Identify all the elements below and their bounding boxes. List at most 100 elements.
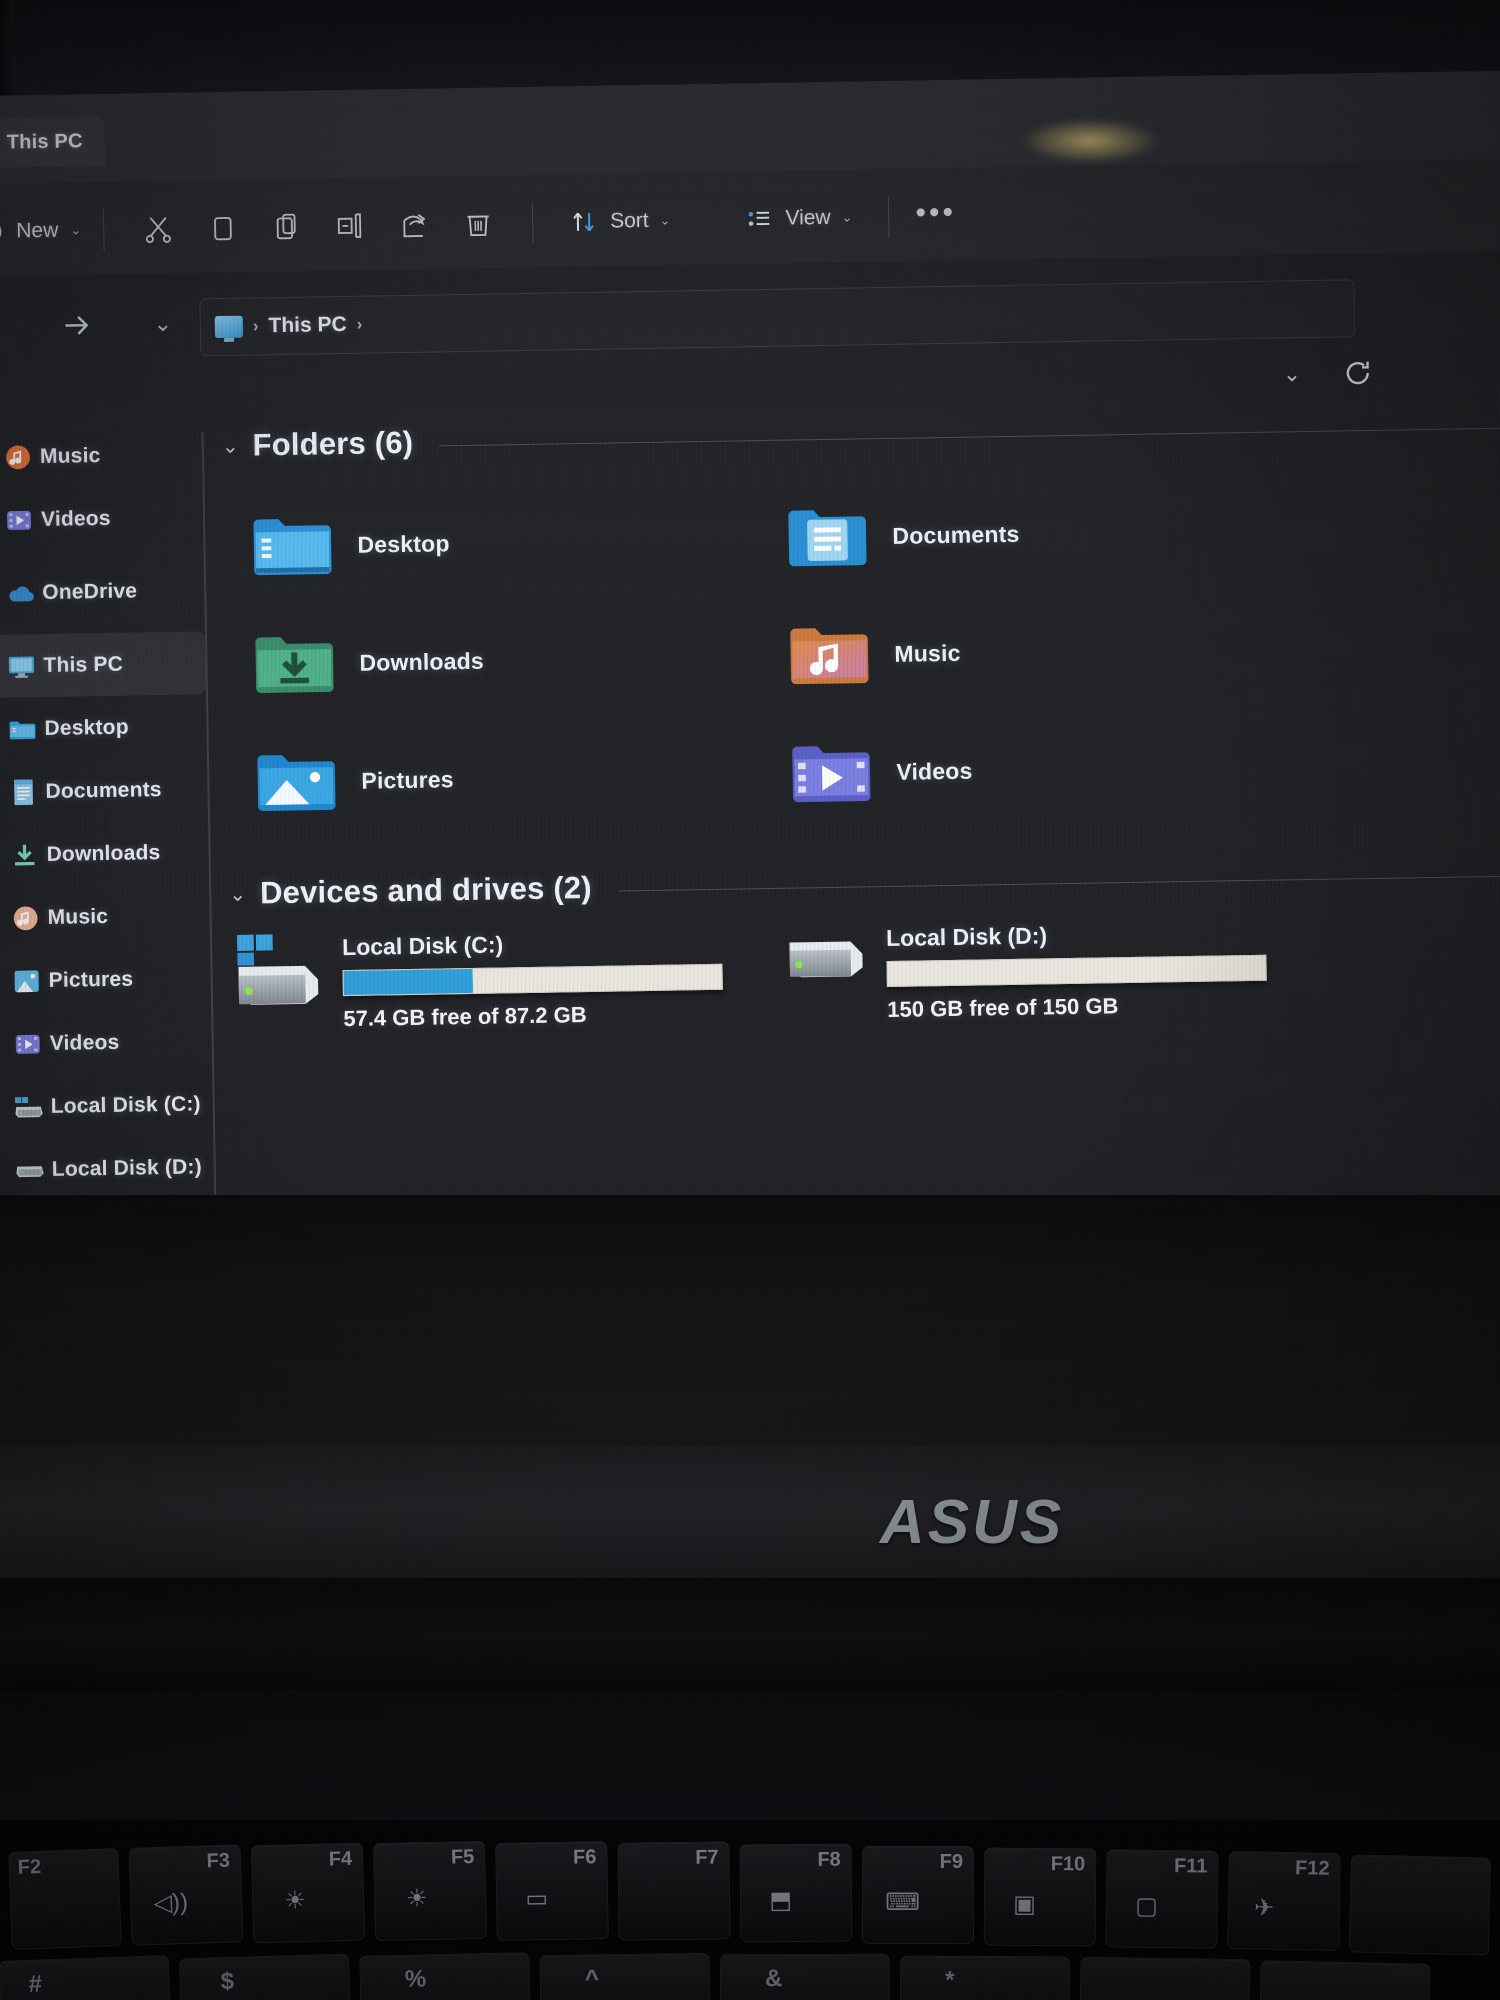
sidebar-item-label-2: OneDrive [42,578,138,604]
sidebar-item-label-0: Music [39,443,101,468]
view-button[interactable]: View ⌄ [730,194,867,242]
view-list-icon [749,211,770,226]
folder-tile-documents[interactable]: Documents [757,470,1294,597]
drive-name-0: Local Disk (C:) [341,931,504,961]
folder-tile-label-5: Videos [896,757,973,785]
new-button[interactable]: New ⌄ [0,215,81,247]
paste-icon[interactable] [254,196,319,257]
rename-icon[interactable] [318,195,383,256]
key-f5[interactable]: F5 ☀ [372,1840,488,1942]
pictures-folder-icon [257,755,336,812]
sort-arrows-icon [573,212,594,232]
key-f8-label: F8 [817,1848,841,1871]
key-num-3[interactable]: % [359,1952,531,2000]
view-button-label: View [785,205,831,230]
key-f11-label: F11 [1173,1855,1208,1878]
sidebar-item-music-quick[interactable]: Music [0,422,202,489]
key-f13[interactable] [1348,1854,1492,1956]
drive-tile-c[interactable]: Local Disk (C:) 57.4 GB free of 87.2 GB [230,922,724,1034]
sidebar-item-downloads[interactable]: › Downloads [0,820,209,887]
share-icon[interactable] [382,194,447,255]
sort-button[interactable]: Sort ⌄ [555,197,685,245]
keyboard-number-row: # $ % ^ & * [0,1950,1500,2000]
delete-icon[interactable] [446,193,511,254]
key-f10[interactable]: F10 ▣ [983,1847,1097,1947]
key-num-2-label: $ [220,1967,235,1996]
more-options-button[interactable]: ••• [915,195,956,229]
key-f6[interactable]: F6 ▭ [495,1841,609,1941]
key-num-2[interactable]: $ [179,1953,351,2000]
folder-tile-videos[interactable]: Videos [761,706,1298,833]
drives-group-header[interactable]: ⌄ Devices and drives (2) [229,854,1500,912]
drive-tile-d[interactable]: Local Disk (D:) 150 GB free of 150 GB [782,913,1268,1025]
key-f6-glyph: ▭ [525,1885,549,1913]
downloads-folder-icon [255,637,334,694]
key-num-7[interactable] [1079,1956,1251,2000]
copy-icon[interactable] [190,197,255,258]
chevron-down-icon-view: ⌄ [841,209,853,225]
key-f4[interactable]: F4 ☀ [250,1842,366,1944]
sidebar-item-desktop[interactable]: › Desktop [0,694,207,761]
key-f9-glyph: ⌨ [885,1889,920,1916]
chevron-down-icon-folders[interactable]: ⌄ [222,433,239,458]
sidebar-item-local-disk-c[interactable]: › Local Disk (C:) [0,1072,213,1139]
folder-tile-label-0: Desktop [357,529,450,558]
folder-tile-label-3: Music [894,639,961,667]
videos-folder-icon [5,1028,49,1059]
drives-tile-grid: Local Disk (C:) 57.4 GB free of 87.2 GB [230,908,1500,1034]
chevron-down-icon-drives[interactable]: ⌄ [229,881,246,906]
key-f2-label: F2 [17,1855,42,1879]
drive-free-text-0: 57.4 GB free of 87.2 GB [343,1002,587,1032]
cut-icon[interactable] [126,199,191,260]
sidebar-item-music[interactable]: › Music [0,883,210,950]
tab-this-pc[interactable]: This PC [0,115,106,169]
key-num-5-label: & [764,1965,783,1993]
laptop-bezel [0,1195,1500,1445]
folder-tile-music[interactable]: Music [759,588,1296,715]
key-num-4[interactable]: ^ [539,1952,711,2000]
chevron-down-icon-address[interactable]: ⌄ [1283,361,1302,387]
documents-folder-icon [1,776,45,807]
back-button[interactable] [0,298,12,355]
refresh-icon[interactable] [1341,356,1376,391]
key-f4-glyph: ☀ [283,1887,307,1915]
folders-group-header[interactable]: ⌄ Folders (6) [222,406,1500,464]
key-num-1[interactable]: # [0,1955,172,2000]
windows-drive-icon [236,934,319,1005]
key-num-5[interactable]: & [719,1953,891,2000]
toolbar-divider [102,208,105,251]
this-pc-breadcrumb-icon [214,315,244,339]
drive-icon [789,941,863,978]
sidebar-item-onedrive[interactable]: OneDrive [0,558,205,625]
folder-tile-label-2: Downloads [359,647,485,676]
sidebar-item-videos-quick[interactable]: Videos [0,485,204,552]
sidebar-item-pictures[interactable]: › Pictures [0,946,211,1013]
downloads-folder-icon [2,839,46,870]
sidebar-item-documents[interactable]: › Documents [0,757,208,824]
more-dots-icon: ••• [915,195,957,229]
folder-tile-desktop[interactable]: Desktop [223,479,760,606]
key-f3[interactable]: F3 ◁)) [128,1844,244,1946]
key-num-4-label: ^ [584,1965,600,1993]
sidebar-item-this-pc[interactable]: › This PC [0,631,206,699]
key-f7[interactable]: F7 [617,1841,731,1941]
key-f8[interactable]: F8 ⬒ [739,1843,853,1943]
key-f12[interactable]: F12 ✈ [1227,1851,1341,1951]
forward-button[interactable] [47,297,106,354]
sidebar-item-videos[interactable]: › Videos [0,1009,212,1076]
key-num-8[interactable] [1259,1960,1431,2000]
sidebar-item-local-disk-d[interactable]: › Local Disk (D:) [0,1135,214,1202]
folders-group-title: Folders (6) [252,424,414,463]
sidebar-item-label-5: Documents [45,777,162,803]
key-num-6[interactable]: * [899,1955,1071,2000]
folder-tile-downloads[interactable]: Downloads [224,597,761,724]
recent-locations-button[interactable]: ⌄ [133,295,192,352]
folder-tile-pictures[interactable]: Pictures [226,715,763,842]
breadcrumb-separator-1[interactable]: › [357,315,363,335]
key-f11-glyph: ▢ [1134,1892,1159,1920]
key-f2[interactable]: F2 [8,1847,122,1951]
key-f9[interactable]: F9 ⌨ [862,1846,974,1944]
breadcrumb-this-pc[interactable]: This PC [268,313,347,338]
key-f12-label: F12 [1294,1857,1330,1880]
key-f11[interactable]: F11 ▢ [1105,1849,1219,1949]
